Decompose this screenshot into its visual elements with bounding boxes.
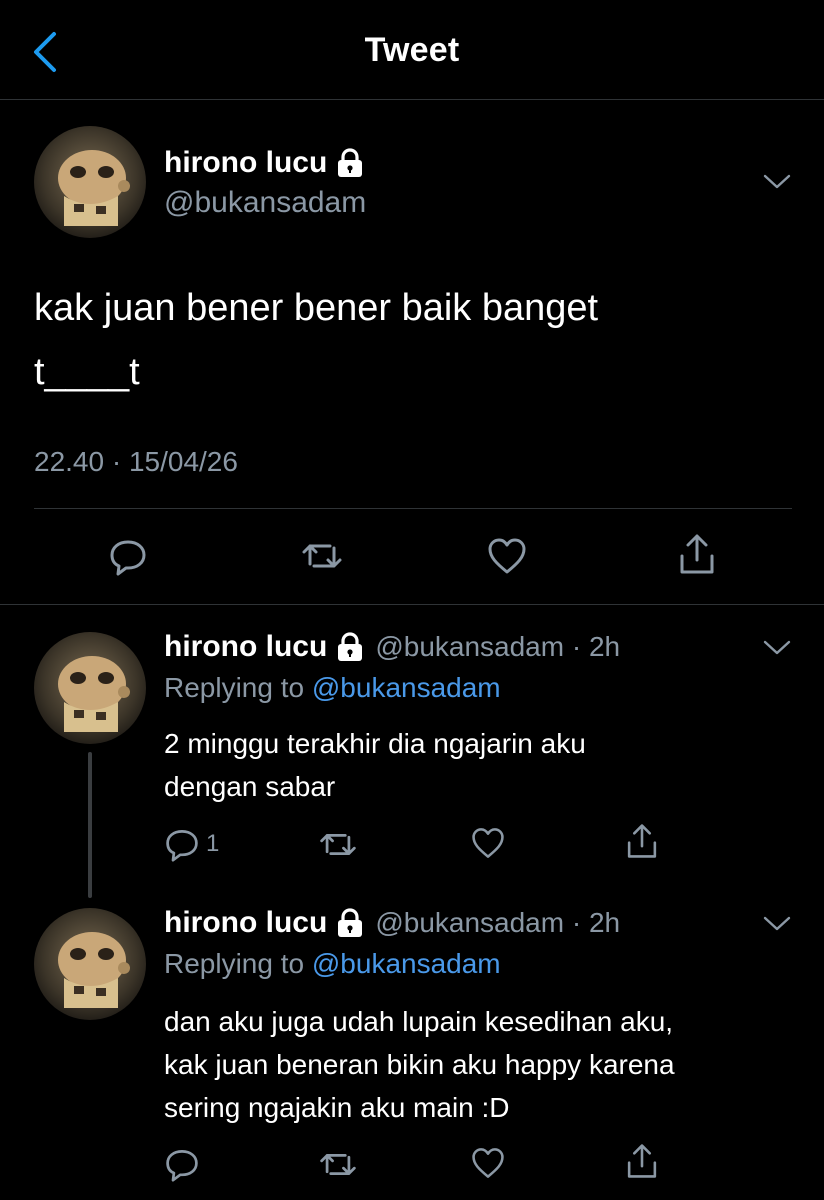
reply-text-line: sering ngajakin aku main :D — [164, 1092, 510, 1123]
like-icon[interactable] — [486, 536, 528, 576]
retweet-icon[interactable] — [318, 828, 358, 861]
chevron-down-icon[interactable] — [762, 172, 792, 192]
reply-text-line: dan aku juga udah lupain kesedihan aku, — [164, 1006, 674, 1037]
lock-icon — [338, 148, 363, 177]
reply-text: 2 minggu terakhir dia ngajarin aku denga… — [164, 722, 804, 808]
user-handle-time[interactable]: @bukansadam · 2h — [375, 631, 620, 663]
divider — [0, 604, 824, 605]
reply-text-line: kak juan beneran bikin aku happy karena — [164, 1049, 675, 1080]
reply-button[interactable]: 1 — [164, 826, 219, 862]
avatar[interactable] — [34, 908, 146, 1020]
tweet-text-line: t____t — [34, 351, 140, 393]
mention-link[interactable]: @bukansadam — [312, 672, 501, 703]
reply-text-line: dengan sabar — [164, 771, 336, 802]
replying-to: Replying to @bukansadam — [164, 672, 501, 704]
mention-link[interactable]: @bukansadam — [312, 948, 501, 979]
tweet-timestamp[interactable]: 22.40 · 15/04/26 — [34, 446, 238, 478]
reply-author-row: hirono lucu @bukansadam · 2h — [164, 630, 620, 664]
chevron-down-icon[interactable] — [762, 638, 792, 658]
reply-text: dan aku juga udah lupain kesedihan aku, … — [164, 1000, 804, 1129]
reply-count: 1 — [206, 830, 220, 857]
replying-prefix: Replying to — [164, 672, 312, 703]
user-handle[interactable]: @bukansadam — [164, 186, 366, 220]
like-icon[interactable] — [470, 826, 506, 860]
chevron-down-icon[interactable] — [762, 914, 792, 934]
replying-to: Replying to @bukansadam — [164, 948, 501, 980]
display-name[interactable]: hirono lucu — [164, 630, 327, 664]
display-name[interactable]: hirono lucu — [164, 146, 327, 180]
share-icon[interactable] — [624, 822, 660, 860]
tweet-text: kak juan bener bener baik banget t____t — [34, 276, 774, 404]
reply-author-row: hirono lucu @bukansadam · 2h — [164, 906, 620, 940]
tweet-text-line: kak juan bener bener baik banget — [34, 287, 599, 329]
reply-icon[interactable] — [164, 1146, 200, 1182]
avatar[interactable] — [34, 632, 146, 744]
display-name[interactable]: hirono lucu — [164, 906, 327, 940]
page-title: Tweet — [364, 31, 460, 69]
avatar[interactable] — [34, 126, 146, 238]
lock-icon — [338, 632, 363, 661]
reply-icon — [166, 830, 198, 862]
share-icon[interactable] — [624, 1142, 660, 1180]
reply-text-line: 2 minggu terakhir dia ngajarin aku — [164, 728, 586, 759]
tweet-author-row: hirono lucu — [164, 146, 365, 180]
thread-connector — [88, 752, 92, 898]
retweet-icon[interactable] — [300, 538, 344, 574]
lock-icon — [338, 908, 363, 937]
user-handle-time[interactable]: @bukansadam · 2h — [375, 907, 620, 939]
divider — [34, 508, 792, 509]
like-icon[interactable] — [470, 1146, 506, 1180]
replying-prefix: Replying to — [164, 948, 312, 979]
reply-icon[interactable] — [108, 536, 148, 576]
retweet-icon[interactable] — [318, 1148, 358, 1181]
top-nav-bar: Tweet — [0, 0, 824, 100]
share-icon[interactable] — [676, 532, 718, 576]
